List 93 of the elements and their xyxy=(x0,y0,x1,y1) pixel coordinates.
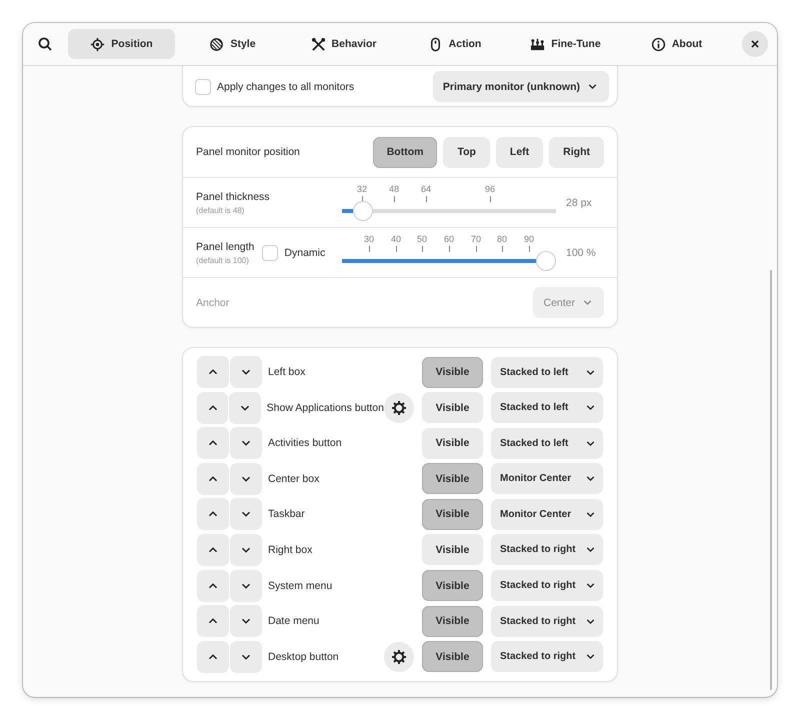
tick-label: 50 xyxy=(417,234,427,244)
element-name: Taskbar xyxy=(268,508,305,520)
move-up-button[interactable] xyxy=(197,392,228,424)
element-name: Left box xyxy=(268,366,306,378)
visible-toggle[interactable]: Visible xyxy=(422,392,483,424)
tab[interactable]: Action xyxy=(401,29,508,59)
tick-label: 60 xyxy=(444,234,454,244)
position-option[interactable]: Right xyxy=(549,136,604,168)
move-up-button[interactable] xyxy=(197,534,229,566)
setting-label: Anchor xyxy=(196,296,230,308)
move-down-button[interactable] xyxy=(230,498,262,530)
position-dropdown[interactable]: Stacked to left xyxy=(491,392,603,424)
move-down-button[interactable] xyxy=(230,570,262,602)
move-down-button[interactable] xyxy=(230,356,262,388)
move-down-button[interactable] xyxy=(230,640,262,673)
position-dropdown[interactable]: Monitor Center xyxy=(491,463,603,494)
search-icon xyxy=(37,36,53,52)
tick-label: 32 xyxy=(357,184,367,194)
tick-label: 96 xyxy=(485,184,495,194)
visible-toggle[interactable]: Visible xyxy=(422,534,483,566)
slider-thumb[interactable] xyxy=(353,200,374,220)
element-name: Show Applications button xyxy=(266,402,384,414)
settings-button[interactable] xyxy=(384,392,414,423)
wrench-screwdriver-icon xyxy=(310,36,326,52)
position-dropdown[interactable]: Stacked to right xyxy=(491,534,603,566)
move-down-button[interactable] xyxy=(230,605,262,638)
visible-toggle[interactable]: Visible xyxy=(422,356,483,388)
move-up-button[interactable] xyxy=(197,356,229,388)
move-down-button[interactable] xyxy=(230,534,262,566)
tab[interactable]: Position xyxy=(68,29,175,59)
tab[interactable]: Fine-Tune xyxy=(512,29,619,59)
position-dropdown[interactable]: Monitor Center xyxy=(491,498,603,530)
element-name: Date menu xyxy=(268,615,320,628)
move-up-button[interactable] xyxy=(197,570,229,602)
checkbox[interactable] xyxy=(262,244,278,260)
info-icon xyxy=(650,36,666,52)
move-down-button[interactable] xyxy=(230,427,262,460)
gear-icon xyxy=(391,648,407,665)
move-up-button[interactable] xyxy=(197,462,229,495)
element-name: Center box xyxy=(268,472,320,485)
checkbox[interactable] xyxy=(195,78,211,94)
checkbox-label: Dynamic xyxy=(284,246,326,258)
tick-label: 64 xyxy=(421,184,431,194)
move-up-button[interactable] xyxy=(197,605,229,638)
move-down-button[interactable] xyxy=(230,462,262,495)
tab[interactable]: Behavior xyxy=(290,29,397,59)
visible-toggle[interactable]: Visible xyxy=(422,606,483,637)
crosshair-icon xyxy=(90,36,106,52)
element-name: Activities button xyxy=(268,437,342,450)
gear-icon xyxy=(391,400,407,416)
settings-button[interactable] xyxy=(384,642,414,672)
move-down-button[interactable] xyxy=(229,392,261,424)
tick-label: 80 xyxy=(497,234,507,244)
position-dropdown[interactable]: Stacked to left xyxy=(491,356,603,388)
checkbox-label: Apply changes to all monitors xyxy=(217,80,354,92)
close-button[interactable] xyxy=(742,31,768,57)
element-name: System menu xyxy=(268,580,332,592)
slider-reading: 28 px xyxy=(566,196,592,208)
position-option[interactable]: Top xyxy=(443,136,490,168)
position-dropdown[interactable]: Stacked to right xyxy=(491,606,603,637)
default-hint: (default is 100) xyxy=(196,256,250,264)
tab[interactable]: Style xyxy=(179,29,286,59)
tab[interactable]: About xyxy=(623,29,730,59)
element-name: Right box xyxy=(268,544,312,556)
tick-label: 30 xyxy=(364,234,374,244)
position-dropdown[interactable]: Stacked to right xyxy=(491,570,603,602)
setting-label: Panel monitor position xyxy=(196,146,300,158)
default-hint: (default is 48) xyxy=(196,206,246,214)
position-dropdown[interactable]: Stacked to left xyxy=(491,428,603,459)
slider-reading: 100 % xyxy=(566,246,596,258)
move-up-button[interactable] xyxy=(197,427,229,460)
scrollbar[interactable] xyxy=(770,270,772,690)
visible-toggle[interactable]: Visible xyxy=(422,570,483,602)
monitor-dropdown[interactable]: Primary monitor (unknown) xyxy=(432,71,609,102)
move-up-button[interactable] xyxy=(197,640,229,673)
setting-label: Panel length xyxy=(196,240,254,252)
visible-toggle[interactable]: Visible xyxy=(422,498,483,530)
move-up-button[interactable] xyxy=(197,498,229,530)
element-name: Desktop button xyxy=(268,650,339,663)
tick-label: 90 xyxy=(524,234,534,244)
visible-toggle[interactable]: Visible xyxy=(422,463,483,494)
position-dropdown[interactable]: Stacked to right xyxy=(491,641,603,672)
setting-label: Panel thickness xyxy=(196,190,270,202)
visible-toggle[interactable]: Visible xyxy=(422,428,483,459)
sliders-icon xyxy=(530,36,546,52)
position-option[interactable]: Left xyxy=(496,136,544,168)
palette-icon xyxy=(209,36,224,52)
visible-toggle[interactable]: Visible xyxy=(422,641,483,672)
tick-label: 70 xyxy=(471,234,481,244)
position-option[interactable]: Bottom xyxy=(372,136,438,168)
slider-thumb[interactable] xyxy=(536,250,556,270)
tick-label: 40 xyxy=(391,234,401,244)
tick-label: 48 xyxy=(389,184,399,194)
